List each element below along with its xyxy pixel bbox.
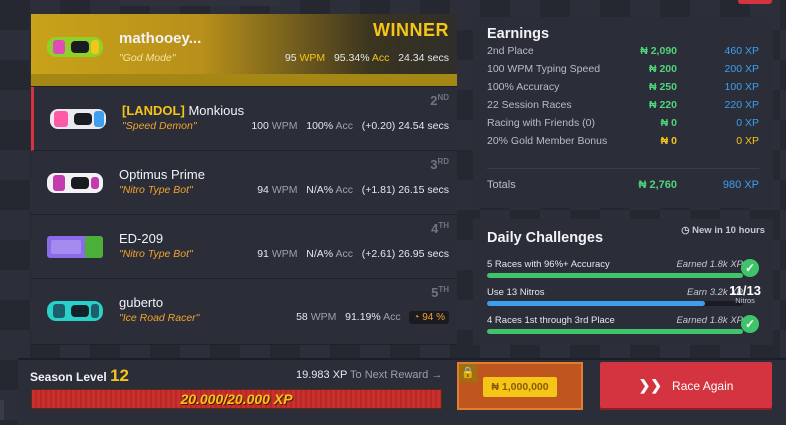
nitro-count: 11/13 Nitros <box>729 283 761 305</box>
left-edge-tab <box>0 400 4 420</box>
earnings-panel: Earnings 2nd Place ₦ 2,090 460 XP 100 WPM … <box>473 17 773 208</box>
winner-stripe <box>31 74 457 86</box>
challenge-progress-bar <box>487 329 743 334</box>
racer-title: "Ice Road Racer" <box>119 312 200 324</box>
earnings-row: 100 WPM Typing Speed ₦ 200 200 XP <box>487 63 759 75</box>
place-label: 2ND <box>430 93 449 108</box>
racer-stats: 91 WPM N/A% Acc (+2.61) 26.95 secs <box>257 248 449 260</box>
place-label: 5TH <box>431 285 449 300</box>
racer-name: guberto <box>119 295 164 310</box>
place-label: 4TH <box>431 221 449 236</box>
top-button-edge[interactable] <box>738 0 772 4</box>
racer-name: [LANDOL] Monkious <box>122 103 245 118</box>
racer-title: "Speed Demon" <box>122 120 197 132</box>
car-icon <box>47 236 103 258</box>
car-icon <box>47 37 103 57</box>
double-chevron-icon: ❯❯ <box>638 377 663 393</box>
earnings-row: 20% Gold Member Bonus ₦ 00 XP <box>487 135 759 147</box>
car-icon <box>50 109 106 129</box>
earnings-row: 2nd Place ₦ 2,090 460 XP <box>487 45 759 57</box>
racer-stats: 100 WPM 100% Acc (+0.20) 24.54 secs <box>251 120 449 132</box>
earnings-total-row: Totals ₦ 2,760 980 XP <box>487 179 759 191</box>
footer-divider <box>18 358 786 360</box>
racer-stats: 94 WPM N/A% Acc (+1.81) 26.15 secs <box>257 184 449 196</box>
racer-name: ED-209 <box>119 231 164 246</box>
car-icon <box>47 173 103 193</box>
winner-label: WINNER <box>373 20 449 40</box>
racer-title: "Nitro Type Bot" <box>119 248 193 260</box>
racer-row-3[interactable]: Optimus Prime "Nitro Type Bot" 3RD 94 WP… <box>31 151 457 215</box>
season-xp-text: 20.000/20.000 XP <box>180 391 293 407</box>
next-reward-text: 19.983 XP To Next Reward → <box>296 369 443 381</box>
challenge-progress-bar <box>487 273 743 278</box>
race-results-list: mathooey... "God Mode" WINNER 95 WPM 95.… <box>31 14 457 345</box>
earnings-row: Racing with Friends (0) ₦ 00 XP <box>487 117 759 129</box>
season-reward-box[interactable]: 🔒 ₦ 1,000,000 <box>457 362 583 410</box>
racer-title: "Nitro Type Bot" <box>119 184 193 196</box>
earnings-row: 22 Session Races ₦ 220 220 XP <box>487 99 759 111</box>
racer-title: "God Mode" <box>119 52 176 64</box>
racer-stats: 58 WPM 91.19% Acc ◔ 94 % <box>296 311 449 324</box>
season-footer: Season Level 12 19.983 XP To Next Reward… <box>18 358 786 425</box>
season-level: Season Level 12 <box>30 366 129 385</box>
progress-badge: ◔ 94 % <box>409 311 449 324</box>
challenge-progress-bar <box>487 301 743 306</box>
racer-name: mathooey... <box>119 30 202 47</box>
lock-icon: 🔒 <box>459 364 477 382</box>
check-icon: ✓ <box>741 259 759 277</box>
check-icon: ✓ <box>741 315 759 333</box>
racer-row-2[interactable]: [LANDOL] Monkious "Speed Demon" 2ND 100 … <box>31 87 457 151</box>
place-label: 3RD <box>430 157 449 172</box>
racer-row-5[interactable]: guberto "Ice Road Racer" 5TH 58 WPM 91.1… <box>31 279 457 345</box>
earnings-title: Earnings <box>487 26 550 42</box>
top-tab <box>120 0 280 6</box>
daily-challenges-panel: Daily Challenges ◷ New in 10 hours 5 Rac… <box>473 219 773 345</box>
new-in-timer: ◷ New in 10 hours <box>681 225 765 236</box>
race-again-button[interactable]: ❯❯ Race Again <box>600 362 772 408</box>
reward-amount: ₦ 1,000,000 <box>483 377 557 397</box>
car-icon <box>47 301 103 321</box>
season-xp-bar: 20.000/20.000 XP <box>31 389 442 409</box>
daily-challenges-title: Daily Challenges <box>487 230 604 246</box>
racer-row-1[interactable]: mathooey... "God Mode" WINNER 95 WPM 95.… <box>31 14 457 87</box>
challenge-progress-fill <box>487 301 705 306</box>
earnings-divider <box>487 168 759 169</box>
earnings-row: 100% Accuracy ₦ 250 100 XP <box>487 81 759 93</box>
racer-row-4[interactable]: ED-209 "Nitro Type Bot" 4TH 91 WPM N/A% … <box>31 215 457 279</box>
challenge-progress-fill <box>487 329 743 334</box>
racer-stats: 95 WPM 95.34% Acc 24.34 secs <box>284 52 449 64</box>
challenge-progress-fill <box>487 273 743 278</box>
racer-name: Optimus Prime <box>119 167 205 182</box>
clock-icon: ◷ <box>681 225 690 236</box>
speedometer-icon: ◔ <box>413 312 420 323</box>
